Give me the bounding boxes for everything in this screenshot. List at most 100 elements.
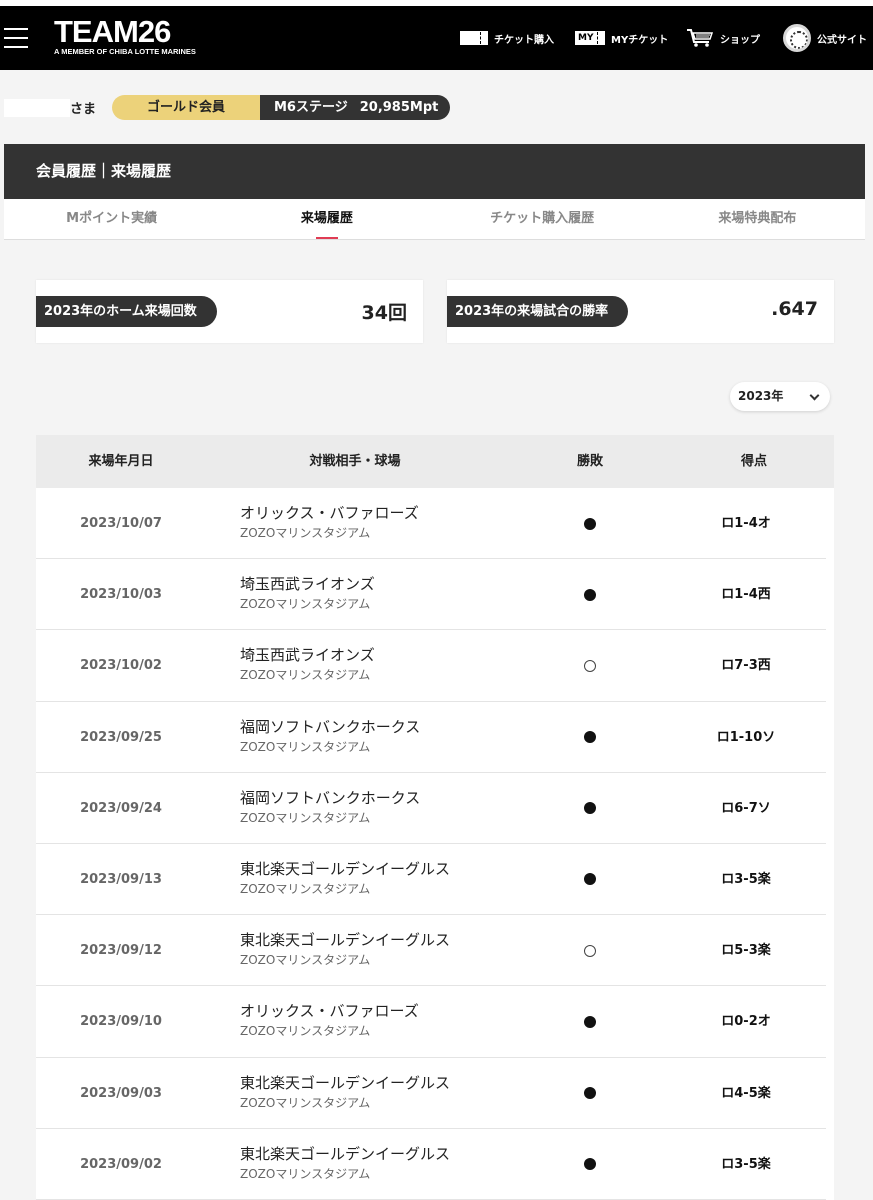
visit-date: 2023/09/10 <box>80 1014 162 1030</box>
nav-ticket-purchase-label: チケット購入 <box>494 34 554 46</box>
visit-date: 2023/09/02 <box>80 1156 162 1172</box>
loss-mark-icon <box>584 517 596 530</box>
score: ロ5-3楽 <box>721 943 771 959</box>
table-row: 2023/09/03 東北楽天ゴールデンイーグルス ZOZOマリンスタジアム ロ4-5… <box>36 1058 826 1129</box>
venue-name: ZOZOマリンスタジアム <box>240 953 371 968</box>
result-cell <box>584 630 596 701</box>
nav-official-site-label: 公式サイト <box>817 34 867 46</box>
nav-ticket-purchase[interactable]: チケット購入 <box>460 6 554 70</box>
result-cell <box>584 559 596 630</box>
nav-my-ticket[interactable]: MY MYチケット <box>575 6 668 70</box>
loss-mark-icon <box>584 1087 596 1099</box>
menu-icon[interactable] <box>4 28 28 48</box>
result-cell <box>584 915 596 986</box>
venue-name: ZOZOマリンスタジアム <box>240 1024 371 1039</box>
win-rate-label: 2023年の来場試合の勝率 <box>447 296 629 327</box>
table-row: 2023/09/10 オリックス・バファローズ ZOZOマリンスタジアム ロ0-2オ <box>36 986 826 1058</box>
visit-date: 2023/09/13 <box>80 871 162 887</box>
opponent-cell: 東北楽天ゴールデンイーグルス ZOZOマリンスタジアム <box>240 931 450 967</box>
home-visits-value: 34回 <box>361 302 407 324</box>
history-tabs: Mポイント実績 来場履歴 チケット購入履歴 来場特典配布 <box>4 199 865 240</box>
table-row: 2023/10/07 オリックス・バファローズ ZOZOマリンスタジアム ロ1-4オ <box>36 488 826 560</box>
result-cell <box>584 986 596 1057</box>
team26-logo[interactable]: TEAM26 A MEMBER OF CHIBA LOTTE MARINES <box>54 14 196 56</box>
venue-name: ZOZOマリンスタジアム <box>240 668 371 683</box>
member-rank: ゴールド会員 <box>112 95 260 120</box>
score: ロ7-3西 <box>721 658 771 674</box>
tab-m-points[interactable]: Mポイント実績 <box>4 199 219 239</box>
result-cell <box>584 1058 596 1129</box>
visit-date: 2023/10/03 <box>80 587 162 603</box>
header-result: 勝敗 <box>576 454 603 469</box>
visit-date: 2023/09/24 <box>80 800 162 816</box>
loss-mark-icon <box>584 1158 596 1171</box>
visit-date: 2023/09/03 <box>80 1085 162 1101</box>
ticket-icon <box>460 31 488 45</box>
win-rate-card: 2023年の来場試合の勝率 .647 <box>447 280 834 343</box>
venue-name: ZOZOマリンスタジアム <box>240 810 371 825</box>
nav-shop-label: ショップ <box>720 34 760 46</box>
header-score: 得点 <box>740 454 767 469</box>
opponent-name: 東北楽天ゴールデンイーグルス <box>240 859 451 878</box>
opponent-cell: オリックス・バファローズ ZOZOマリンスタジアム <box>240 504 419 540</box>
table-row: 2023/09/24 福岡ソフトバンクホークス ZOZOマリンスタジアム ロ6-7ソ <box>36 773 826 844</box>
cart-icon <box>687 29 714 47</box>
score: ロ3-5楽 <box>721 1156 771 1172</box>
win-mark-icon <box>584 944 596 957</box>
name-mask <box>4 98 70 117</box>
tab-visit-history[interactable]: 来場履歴 <box>219 199 434 239</box>
venue-name: ZOZOマリンスタジアム <box>240 881 371 896</box>
opponent-cell: 埼玉西武ライオンズ ZOZOマリンスタジアム <box>240 575 375 611</box>
result-cell <box>584 702 596 773</box>
venue-name: ZOZOマリンスタジアム <box>240 1095 371 1110</box>
visit-history-table: 来場年月日 対戦相手・球場 勝敗 得点 2023/10/07 オリックス・バファロ… <box>36 435 834 1200</box>
venue-name: ZOZOマリンスタジアム <box>240 739 371 754</box>
score: ロ0-2オ <box>721 1014 771 1030</box>
nav-official-site[interactable]: 公式サイト <box>783 6 867 70</box>
result-cell <box>584 844 596 915</box>
member-points: 20,985Mpt <box>359 100 439 115</box>
loss-mark-icon <box>584 588 596 601</box>
visit-date: 2023/09/25 <box>80 729 162 745</box>
year-select-value: 2023年 <box>738 389 784 403</box>
my-ticket-icon: MY <box>575 31 605 45</box>
nav-shop[interactable]: ショップ <box>686 6 760 70</box>
home-visits-label: 2023年のホーム来場回数 <box>36 296 217 327</box>
tab-visit-benefits[interactable]: 来場特典配布 <box>650 199 865 239</box>
opponent-name: 東北楽天ゴールデンイーグルス <box>240 1144 451 1163</box>
visit-date: 2023/10/02 <box>80 658 162 674</box>
opponent-name: 埼玉西武ライオンズ <box>240 575 375 594</box>
table-row: 2023/09/13 東北楽天ゴールデンイーグルス ZOZOマリンスタジアム ロ3-5… <box>36 844 826 916</box>
opponent-cell: 東北楽天ゴールデンイーグルス ZOZOマリンスタジアム <box>240 1145 450 1181</box>
tab-ticket-purchase-history[interactable]: チケット購入履歴 <box>435 199 650 239</box>
opponent-cell: 東北楽天ゴールデンイーグルス ZOZOマリンスタジアム <box>240 1074 450 1110</box>
opponent-name: 埼玉西武ライオンズ <box>240 646 375 665</box>
user-name: さま <box>4 98 96 117</box>
score: ロ1-10ソ <box>716 729 776 745</box>
visit-date: 2023/10/07 <box>80 516 162 531</box>
loss-mark-icon <box>584 873 596 886</box>
member-stage: M6ステージ <box>274 100 348 115</box>
year-select[interactable]: 2023年 <box>730 382 830 411</box>
table-body: 2023/10/07 オリックス・バファローズ ZOZOマリンスタジアム ロ1-4オ 2… <box>36 488 834 1200</box>
venue-name: ZOZOマリンスタジアム <box>240 1166 371 1181</box>
opponent-name: オリックス・バファローズ <box>240 504 419 522</box>
logo-title: TEAM26 <box>54 14 171 49</box>
opponent-cell: 福岡ソフトバンクホークス ZOZOマリンスタジアム <box>240 718 420 754</box>
honorific: さま <box>70 102 97 117</box>
nav-my-ticket-label: MYチケット <box>611 34 669 46</box>
win-rate-value: .647 <box>771 298 818 320</box>
win-mark-icon <box>584 659 596 672</box>
table-header: 来場年月日 対戦相手・球場 勝敗 得点 <box>36 435 834 488</box>
opponent-name: 福岡ソフトバンクホークス <box>240 788 421 807</box>
home-visits-card: 2023年のホーム来場回数 34回 <box>36 280 423 343</box>
opponent-name: オリックス・バファローズ <box>240 1002 419 1021</box>
score: ロ6-7ソ <box>721 800 771 816</box>
loss-mark-icon <box>584 731 596 744</box>
header-opponent: 対戦相手・球場 <box>309 454 401 469</box>
opponent-cell: オリックス・バファローズ ZOZOマリンスタジアム <box>240 1002 419 1038</box>
opponent-cell: 福岡ソフトバンクホークス ZOZOマリンスタジアム <box>240 789 420 825</box>
result-cell <box>584 1129 596 1200</box>
table-row: 2023/09/12 東北楽天ゴールデンイーグルス ZOZOマリンスタジアム ロ5-3… <box>36 915 826 987</box>
score: ロ4-5楽 <box>721 1085 771 1101</box>
